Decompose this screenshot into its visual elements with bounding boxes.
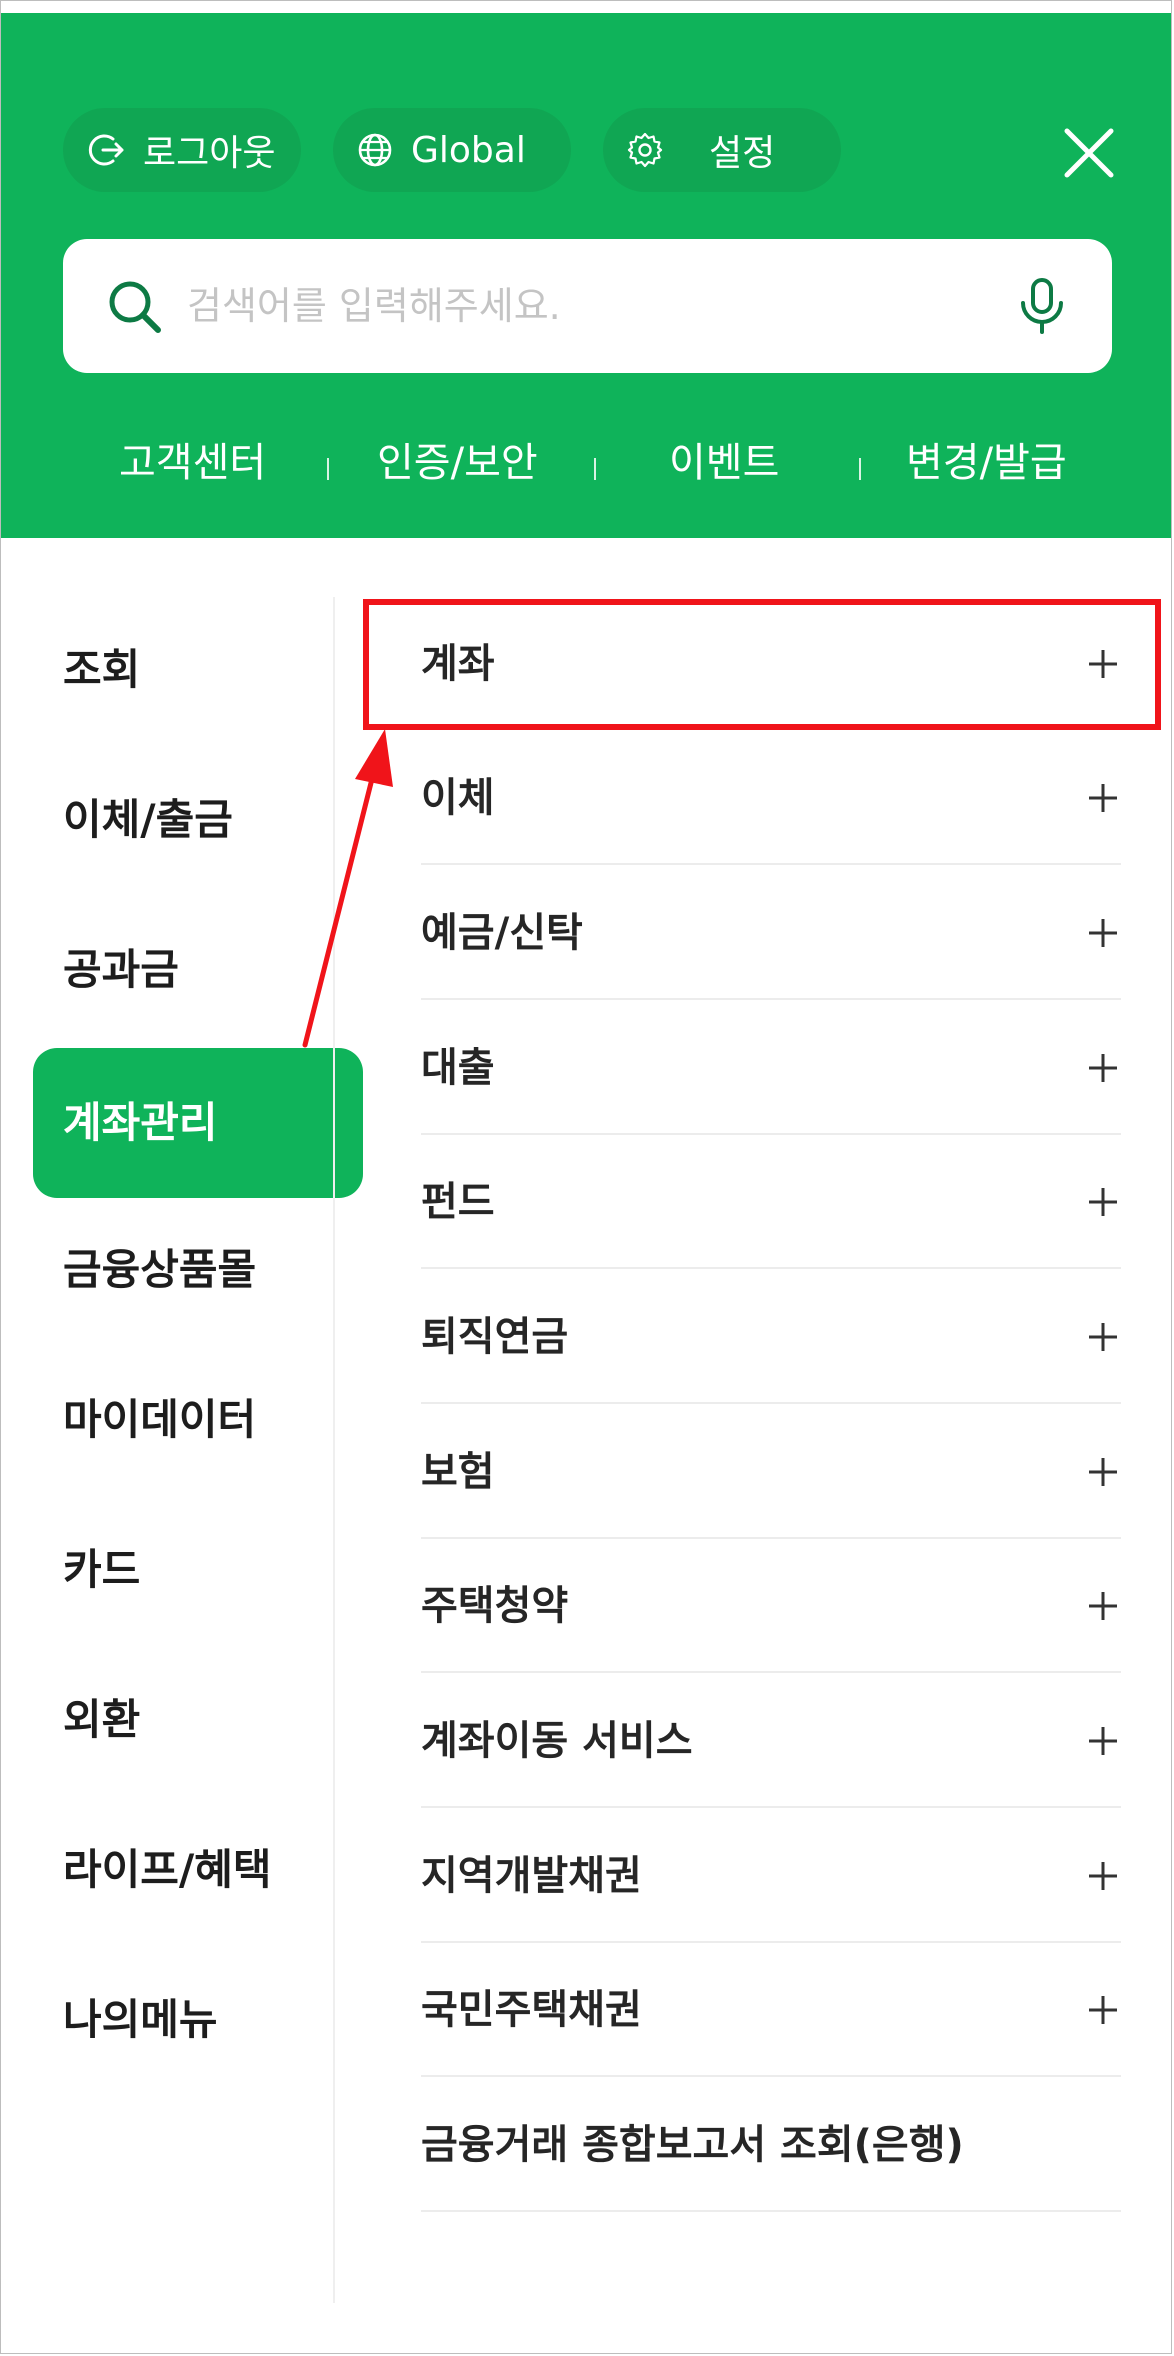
- category-transfer[interactable]: 이체/출금: [63, 790, 233, 850]
- plus-icon[interactable]: [1085, 1319, 1121, 1355]
- submenu-item-label: 주택청약: [421, 1583, 569, 1629]
- category-inquiry[interactable]: 조회: [63, 640, 140, 700]
- quick-link-auth-security[interactable]: 인증/보안: [377, 428, 538, 498]
- category-financial-mall[interactable]: 금융상품몰: [63, 1240, 256, 1300]
- menu-header: 로그아웃 Global 설정 검색어를 입력해주세요. 고객센터 인증/보안 이…: [1, 13, 1171, 538]
- submenu-item-label: 보험: [421, 1449, 495, 1495]
- submenu-item-regional-development-bond[interactable]: 지역개발채권: [421, 1809, 1121, 1943]
- submenu-item-label: 국민주택채권: [421, 1987, 642, 2033]
- quick-links: 고객센터 인증/보안 이벤트 변경/발급: [1, 428, 1171, 498]
- quick-link-event[interactable]: 이벤트: [669, 428, 779, 498]
- app-frame: 로그아웃 Global 설정 검색어를 입력해주세요. 고객센터 인증/보안 이…: [0, 0, 1172, 2354]
- submenu-item-label: 펀드: [421, 1179, 495, 1225]
- submenu-item-label: 이체: [421, 775, 495, 821]
- category-account-management[interactable]: 계좌관리: [33, 1048, 363, 1198]
- logout-label: 로그아웃: [143, 133, 276, 174]
- mic-icon[interactable]: [1014, 277, 1070, 335]
- submenu-item-label: 지역개발채권: [421, 1853, 642, 1899]
- submenu-item-deposit-trust[interactable]: 예금/신탁: [421, 866, 1121, 1000]
- plus-icon[interactable]: [1085, 1588, 1121, 1624]
- annotation-highlight-box: [363, 599, 1161, 730]
- plus-icon[interactable]: [1085, 780, 1121, 816]
- submenu-item-fund[interactable]: 펀드: [421, 1135, 1121, 1269]
- submenu-item-housing-subscription[interactable]: 주택청약: [421, 1539, 1121, 1673]
- global-label: Global: [411, 129, 526, 171]
- submenu-item-financial-report-inquiry[interactable]: 금융거래 종합보고서 조회(은행): [421, 2078, 1121, 2212]
- plus-icon[interactable]: [1085, 1184, 1121, 1220]
- annotation-arrow: [302, 729, 393, 1048]
- plus-icon[interactable]: [1085, 1858, 1121, 1894]
- submenu-item-label: 금융거래 종합보고서 조회(은행): [421, 2122, 964, 2168]
- submenu-item-national-housing-bond[interactable]: 국민주택채권: [421, 1943, 1121, 2077]
- submenu-item-label: 예금/신탁: [421, 910, 583, 956]
- plus-icon[interactable]: [1085, 1050, 1121, 1086]
- category-foreign-exchange[interactable]: 외환: [63, 1690, 140, 1750]
- logout-button[interactable]: 로그아웃: [63, 108, 301, 192]
- quick-link-customer-center[interactable]: 고객센터: [119, 428, 266, 498]
- close-icon[interactable]: [1061, 125, 1117, 181]
- plus-icon[interactable]: [1085, 915, 1121, 951]
- category-card[interactable]: 카드: [63, 1540, 140, 1600]
- quick-link-change-issue[interactable]: 변경/발급: [906, 428, 1067, 498]
- submenu-item-retirement-pension[interactable]: 퇴직연금: [421, 1270, 1121, 1404]
- submenu-item-loan[interactable]: 대출: [421, 1001, 1121, 1135]
- category-utility-bills[interactable]: 공과금: [63, 940, 179, 1000]
- globe-icon: [358, 133, 392, 167]
- category-mydata[interactable]: 마이데이터: [63, 1390, 256, 1450]
- submenu-item-transfer[interactable]: 이체: [421, 731, 1121, 865]
- plus-icon[interactable]: [1085, 1723, 1121, 1759]
- global-button[interactable]: Global: [333, 108, 571, 192]
- plus-icon[interactable]: [1085, 1454, 1121, 1490]
- gear-icon: [627, 132, 663, 168]
- search-bar[interactable]: [63, 239, 1112, 373]
- quick-link-separator: [859, 458, 861, 480]
- search-icon[interactable]: [105, 277, 163, 335]
- submenu-item-label: 대출: [421, 1045, 495, 1091]
- submenu-item-account-switch-service[interactable]: 계좌이동 서비스: [421, 1674, 1121, 1808]
- settings-label: 설정: [709, 133, 776, 174]
- plus-icon[interactable]: [1085, 1992, 1121, 2028]
- submenu-item-label: 퇴직연금: [421, 1314, 569, 1360]
- logout-icon: [88, 134, 124, 166]
- category-life-benefits[interactable]: 라이프/혜택: [63, 1840, 272, 1900]
- quick-link-separator: [327, 458, 329, 480]
- quick-link-separator: [594, 458, 596, 480]
- category-my-menu[interactable]: 나의메뉴: [63, 1990, 218, 2050]
- submenu-item-insurance[interactable]: 보험: [421, 1405, 1121, 1539]
- settings-button[interactable]: 설정: [603, 108, 841, 192]
- submenu-item-label: 계좌이동 서비스: [421, 1718, 693, 1764]
- search-input[interactable]: [185, 283, 969, 329]
